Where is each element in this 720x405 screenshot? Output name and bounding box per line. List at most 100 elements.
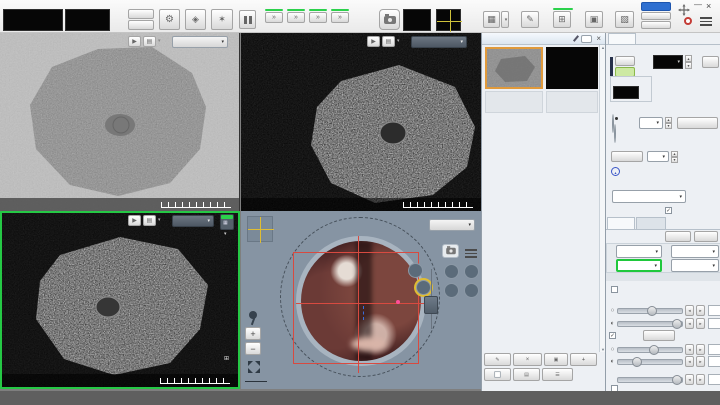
display-modes-button[interactable]: ▦ [483, 11, 500, 28]
beam-button[interactable]: ✶ [211, 9, 233, 30]
move-button[interactable]: + [570, 353, 597, 366]
vb-field[interactable] [613, 86, 639, 99]
quad1-display-button[interactable]: ▤ [143, 36, 156, 47]
quadrant-3-image[interactable]: ▶ ▤ ▾ ▾ ▦ ▾ ⊞ [0, 211, 240, 389]
capture-all-button[interactable] [379, 9, 400, 30]
minimize-button[interactable]: — [694, 0, 702, 9]
pre-mag-x5k-button[interactable] [128, 20, 154, 30]
slider-right-arrow[interactable]: ▸ [696, 318, 705, 329]
apt-size-button[interactable] [677, 117, 718, 129]
input-data-button[interactable]: ✎ [521, 11, 539, 28]
run-freeze-button[interactable] [239, 10, 256, 29]
sub-panel-button[interactable]: ▣ [585, 11, 603, 28]
scan-red-button[interactable]: » [331, 12, 349, 23]
display-modes-dropdown-button[interactable]: ▾ [501, 11, 509, 28]
chevron-down-icon[interactable]: ▾ [397, 38, 400, 44]
slider-track[interactable] [617, 347, 683, 353]
slider-handle[interactable] [672, 375, 682, 385]
vacc-combo[interactable]: ▾ [653, 55, 683, 69]
spin-down-icon[interactable]: ▼ [671, 157, 678, 163]
signal-3-dropdown-selected[interactable]: ▾ [616, 259, 662, 272]
wd-spinner[interactable]: ▲▼ [671, 151, 678, 162]
degauss-button[interactable] [611, 151, 643, 162]
optics-tab[interactable] [608, 33, 636, 44]
image-thumbnail[interactable] [485, 47, 543, 89]
expand-grid-icon[interactable]: ⊞ [224, 355, 229, 362]
spin-down-icon[interactable]: ▼ [665, 123, 672, 129]
zoom-in-button[interactable]: + [245, 327, 261, 340]
map-capture-button[interactable] [442, 244, 459, 258]
quad3-display-button[interactable]: ▤ [143, 215, 156, 226]
list1-button[interactable] [641, 2, 671, 11]
settings-button[interactable]: ☰ [542, 368, 573, 381]
signal-tab[interactable] [607, 217, 635, 229]
slider-track[interactable] [617, 321, 683, 327]
pre-mag-x500-button[interactable] [128, 9, 154, 19]
slider-right-arrow[interactable]: ▸ [696, 344, 705, 355]
live-ip-tab[interactable] [636, 217, 666, 229]
vacc-spinner[interactable]: ▲▼ [685, 55, 692, 69]
detector-ud-button[interactable] [444, 264, 459, 279]
map-menu-button[interactable] [465, 247, 477, 260]
select-all-button[interactable]: ▣ [544, 353, 568, 366]
zoom-out-button[interactable]: − [245, 342, 261, 355]
close-icon[interactable]: × [596, 34, 601, 43]
slider-handle[interactable] [649, 345, 659, 355]
close-button[interactable]: × [706, 1, 711, 11]
scan-slow12-button[interactable]: » [287, 12, 305, 23]
slider-track[interactable] [617, 377, 683, 383]
abcc-link-checkbox[interactable]: ✓ [665, 207, 672, 214]
wd-combo[interactable]: ▾ [647, 151, 669, 162]
sem-map-panel[interactable]: ▾ + − [241, 211, 481, 389]
detector-ld-button[interactable] [416, 280, 431, 295]
folder-button[interactable] [484, 368, 511, 381]
slider-right-arrow[interactable]: ▸ [696, 305, 705, 316]
reset-button[interactable] [643, 330, 675, 341]
folder-checkbox[interactable] [494, 371, 500, 377]
detector-md-button[interactable] [464, 264, 479, 279]
quad3-capture-button[interactable]: ▶ [128, 215, 141, 226]
spin-up-icon[interactable]: ▲ [685, 55, 692, 62]
afc-button[interactable]: ◈ [185, 9, 206, 30]
slider-handle[interactable] [647, 306, 657, 316]
chevron-down-icon[interactable]: ▾ [158, 38, 161, 44]
quadrant-1-image[interactable]: ▶ ▤ ▾ ▾ [0, 33, 240, 211]
quad1-capture-button[interactable]: ▶ [128, 36, 141, 47]
detail-checkbox[interactable]: ✓ [609, 332, 616, 339]
quad1-detector-dropdown[interactable]: ▾ [172, 36, 228, 48]
slider-track[interactable] [617, 359, 683, 365]
quad3-detector-dropdown[interactable]: ▾ [172, 215, 214, 227]
slider-left-arrow[interactable]: ◂ [685, 374, 694, 385]
quad2-detector-dropdown[interactable]: ▾ [411, 36, 467, 48]
signal-2-dropdown[interactable]: ▾ [671, 245, 719, 258]
slider-right-arrow[interactable]: ▸ [696, 374, 705, 385]
collapse-icon[interactable]: ▴ [611, 167, 620, 176]
exchange-button[interactable]: ▧ [615, 11, 634, 28]
stage-preset-button[interactable]: ▦ [220, 214, 234, 230]
mix-button[interactable] [694, 231, 718, 242]
high-radio[interactable] [614, 124, 616, 143]
slider-left-arrow[interactable]: ◂ [685, 356, 694, 367]
cond-button[interactable]: ▤ [513, 368, 540, 381]
gun-on-button[interactable] [615, 56, 635, 66]
image-shift-pad[interactable] [436, 9, 461, 31]
detector-none-button[interactable] [464, 283, 479, 298]
slider-handle[interactable] [672, 319, 682, 329]
list3-button[interactable] [641, 21, 671, 29]
quadrant-2-image[interactable]: ▶ ▤ ▾ ▾ [241, 33, 481, 211]
sem-map-mode-dropdown[interactable]: ▾ [429, 219, 475, 231]
record-icon[interactable] [684, 17, 692, 25]
signal-4-dropdown[interactable]: ▾ [671, 259, 719, 272]
slider-track[interactable] [617, 308, 683, 314]
rename-button[interactable]: ✎ [484, 353, 511, 366]
z-slider-handle[interactable] [424, 296, 438, 314]
quad2-capture-button[interactable]: ▶ [367, 36, 380, 47]
spot-intensity-combo[interactable]: ▾ [639, 117, 663, 129]
set-button[interactable] [702, 56, 719, 68]
chevron-down-icon[interactable]: ▾ [224, 231, 227, 237]
list2-button[interactable] [641, 12, 671, 20]
slider-right-arrow[interactable]: ▸ [696, 356, 705, 367]
slider-left-arrow[interactable]: ◂ [685, 344, 694, 355]
slider-handle[interactable] [632, 357, 642, 367]
focus-mode-dropdown[interactable]: ▾ [612, 190, 686, 203]
